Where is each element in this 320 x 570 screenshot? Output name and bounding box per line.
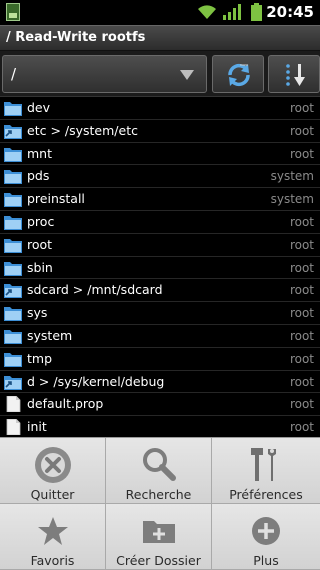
file-row[interactable]: preinstall system: [0, 188, 320, 211]
file-owner: root: [289, 397, 314, 412]
more-button[interactable]: Plus: [212, 504, 320, 570]
file-name: preinstall: [27, 191, 85, 207]
menu-label: Recherche: [125, 487, 192, 502]
file-owner: root: [289, 283, 314, 298]
folder-icon: [4, 351, 22, 367]
file-icon: [4, 395, 22, 413]
refresh-icon: [228, 63, 250, 87]
file-row[interactable]: sdcard > /mnt/sdcard root: [0, 279, 320, 303]
file-row[interactable]: system root: [0, 325, 320, 348]
path-dropdown[interactable]: /: [2, 55, 207, 93]
folder-link-icon: [4, 282, 22, 299]
folder-icon: [4, 214, 22, 230]
file-icon: [4, 418, 22, 436]
create-folder-button[interactable]: Créer Dossier: [106, 504, 212, 570]
menu-label: Créer Dossier: [116, 553, 201, 568]
folder-icon: [4, 146, 22, 162]
star-icon: [37, 517, 68, 545]
favorites-button[interactable]: Favoris: [0, 504, 106, 570]
file-owner: root: [289, 101, 314, 115]
folder-icon: [4, 260, 22, 276]
file-owner: root: [289, 237, 314, 252]
file-name: mnt: [27, 145, 52, 161]
file-name: system: [27, 327, 73, 343]
page-title: / Read-Write rootfs: [6, 30, 146, 45]
file-row[interactable]: root root: [0, 234, 320, 257]
file-row[interactable]: sbin root: [0, 257, 320, 280]
folder-link-icon: [4, 123, 22, 139]
folder-icon: [4, 168, 22, 185]
menu-label: Quitter: [30, 487, 75, 502]
file-name: dev: [27, 100, 51, 115]
file-owner: root: [289, 260, 314, 275]
folder-icon: [4, 191, 22, 208]
battery-icon: [251, 3, 262, 21]
plus-circle-icon: [252, 517, 280, 545]
file-row[interactable]: dev root: [0, 97, 320, 120]
file-owner: root: [289, 214, 314, 229]
file-owner: root: [289, 374, 314, 389]
file-name: proc: [27, 213, 55, 229]
chevron-down-icon: [180, 70, 194, 80]
folder-icon: [4, 237, 22, 253]
file-owner: system: [270, 192, 314, 207]
file-owner: root: [289, 328, 314, 343]
quit-button[interactable]: Quitter: [0, 438, 106, 504]
file-name: d > /sys/kernel/debug: [27, 373, 165, 389]
file-row[interactable]: tmp root: [0, 348, 320, 371]
menu-label: Plus: [253, 553, 279, 568]
file-name: root: [27, 236, 53, 252]
file-name: sbin: [27, 259, 53, 275]
file-row[interactable]: default.prop root: [0, 393, 320, 417]
search-icon: [142, 448, 176, 481]
sort-icon: [286, 64, 305, 86]
file-name: sdcard > /mnt/sdcard: [27, 282, 163, 298]
file-name: default.prop: [27, 396, 104, 412]
title-bar: / Read-Write rootfs: [0, 25, 320, 51]
file-owner: root: [289, 146, 314, 161]
file-name: sys: [27, 305, 48, 321]
menu-label: Favoris: [30, 553, 75, 568]
file-name: init: [27, 419, 47, 435]
file-owner: root: [289, 420, 314, 435]
file-owner: root: [289, 123, 314, 138]
signal-icon: [223, 4, 241, 20]
preferences-button[interactable]: Préférences: [212, 438, 320, 504]
tools-icon: [251, 448, 276, 481]
file-row[interactable]: init root: [0, 416, 320, 438]
clock: 20:45: [266, 3, 314, 21]
refresh-button[interactable]: [212, 55, 264, 93]
new-folder-icon: [142, 521, 175, 543]
search-button[interactable]: Recherche: [106, 438, 212, 504]
file-list: dev root etc > /system/etc root mnt root pds sy…: [0, 97, 320, 438]
file-name: tmp: [27, 350, 53, 366]
file-row[interactable]: pds system: [0, 165, 320, 189]
file-row[interactable]: etc > /system/etc root: [0, 120, 320, 143]
file-name: etc > /system/etc: [27, 122, 138, 138]
wifi-icon: [198, 5, 216, 19]
notification-icon[interactable]: [6, 3, 20, 21]
toolbar: /: [0, 51, 320, 97]
file-row[interactable]: d > /sys/kernel/debug root: [0, 371, 320, 394]
options-menu: Quitter Recherche Préférences Favoris Cr…: [0, 437, 320, 570]
folder-icon: [4, 305, 22, 322]
file-row[interactable]: mnt root: [0, 143, 320, 166]
sort-button[interactable]: [268, 55, 320, 93]
folder-link-icon: [4, 374, 22, 390]
file-row[interactable]: proc root: [0, 211, 320, 234]
file-owner: system: [270, 169, 314, 184]
file-row[interactable]: sys root: [0, 302, 320, 325]
file-owner: root: [289, 351, 314, 366]
file-name: pds: [27, 168, 50, 184]
file-owner: root: [289, 306, 314, 321]
status-bar: 20:45: [0, 0, 320, 25]
menu-label: Préférences: [229, 487, 303, 502]
folder-icon: [4, 100, 22, 116]
path-value: /: [11, 65, 17, 83]
folder-icon: [4, 328, 22, 344]
close-circle-icon: [34, 447, 71, 483]
screen: 20:45 / Read-Write rootfs / dev root etc…: [0, 0, 320, 570]
